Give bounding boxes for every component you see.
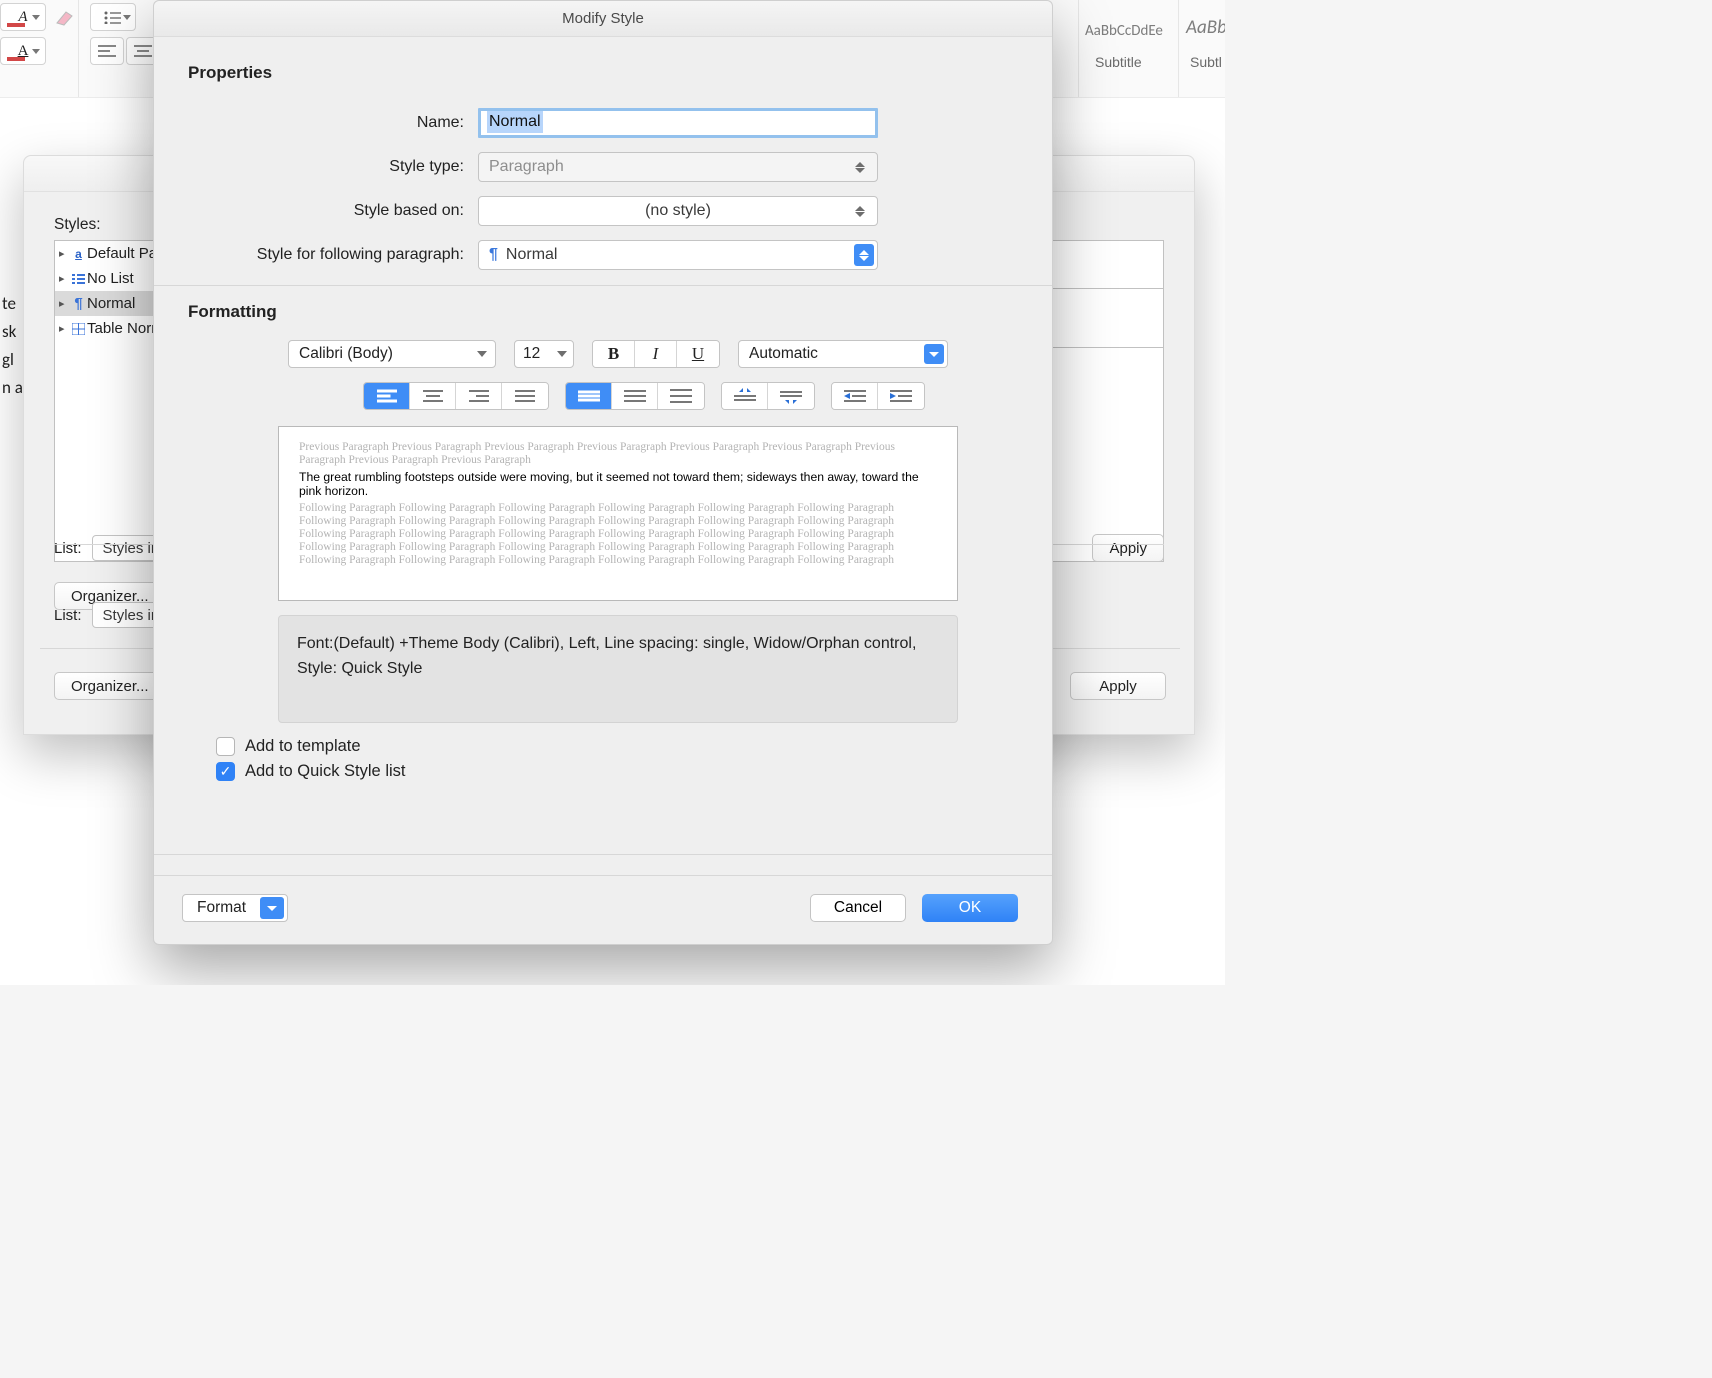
based-on-combo[interactable]: (no style) [478, 196, 878, 226]
align-left-button[interactable] [364, 383, 410, 409]
organizer-button[interactable]: Organizer... [54, 672, 166, 700]
underline-button[interactable]: U [677, 341, 719, 367]
spacing-1-5-button[interactable] [612, 383, 658, 409]
add-to-template-checkbox[interactable] [216, 737, 235, 756]
name-input[interactable]: Normal [478, 108, 878, 138]
document-text-fragment: teskgln a [2, 290, 23, 402]
style-description: Font:(Default) +Theme Body (Calibri), Le… [278, 615, 958, 723]
formatting-header: Formatting [188, 302, 1018, 322]
spacing-single-button[interactable] [566, 383, 612, 409]
apply-button[interactable]: Apply [1092, 534, 1164, 562]
based-on-label: Style based on: [188, 202, 478, 220]
list-filter-label: List: [54, 540, 82, 557]
font-name-combo[interactable]: Calibri (Body) [288, 340, 496, 368]
modify-style-dialog: Modify Style Properties Name: Normal Sty… [153, 0, 1053, 945]
cancel-button[interactable]: Cancel [810, 894, 906, 922]
alignment-group [363, 382, 549, 410]
preview-previous-text: Previous Paragraph Previous Paragraph Pr… [299, 441, 937, 467]
app-stage: A A AaBbCcDdEe Subtitle AaBb Subtl teskg… [0, 0, 1225, 985]
style-swatch-label-subtitle: Subtitle [1095, 54, 1142, 70]
apply-button[interactable]: Apply [1070, 672, 1166, 700]
style-preview-box: Previous Paragraph Previous Paragraph Pr… [278, 426, 958, 601]
add-to-quick-label: Add to Quick Style list [245, 762, 405, 781]
highlight-button[interactable]: A [0, 37, 46, 65]
style-swatch-subtle[interactable]: AaBb [1186, 16, 1225, 39]
style-swatch-label-subtle: Subtl [1190, 54, 1222, 70]
align-justify-button[interactable] [502, 383, 548, 409]
dialog-title: Modify Style [154, 1, 1052, 37]
add-to-template-row[interactable]: Add to template [216, 737, 1018, 756]
font-color-combo[interactable]: Automatic [738, 340, 948, 368]
italic-button[interactable]: I [635, 341, 677, 367]
ok-button[interactable]: OK [922, 894, 1018, 922]
preview-sample-text: The great rumbling footsteps outside wer… [299, 470, 937, 498]
pilcrow-icon: ¶ [489, 246, 498, 264]
indent-group [831, 382, 925, 410]
add-to-quick-row[interactable]: ✓ Add to Quick Style list [216, 762, 1018, 781]
style-swatch-subtitle[interactable]: AaBbCcDdEe [1085, 22, 1163, 40]
space-before-dec-button[interactable] [768, 383, 814, 409]
format-menu-button[interactable]: Format [182, 894, 288, 922]
decrease-indent-button[interactable] [832, 383, 878, 409]
name-label: Name: [188, 114, 478, 132]
ribbon-divider [1078, 0, 1079, 97]
space-before-inc-button[interactable] [722, 383, 768, 409]
style-type-combo: Paragraph [478, 152, 878, 182]
section-divider [154, 285, 1052, 286]
following-combo[interactable]: ¶ Normal [478, 240, 878, 270]
increase-indent-button[interactable] [878, 383, 924, 409]
spacing-double-button[interactable] [658, 383, 704, 409]
align-right-button[interactable] [456, 383, 502, 409]
clear-formatting-button[interactable] [48, 3, 82, 31]
preview-following-text: Following Paragraph Following Paragraph … [299, 502, 937, 568]
following-label: Style for following paragraph: [188, 246, 478, 264]
style-type-label: Style type: [188, 158, 478, 176]
list-filter-label: List: [54, 607, 82, 624]
font-size-combo[interactable]: 12 [514, 340, 574, 368]
ribbon-divider [1178, 0, 1179, 97]
para-spacing-group [721, 382, 815, 410]
font-color-button[interactable]: A [0, 3, 46, 31]
add-to-template-label: Add to template [245, 737, 361, 756]
align-left-button[interactable] [90, 37, 124, 65]
line-spacing-group [565, 382, 705, 410]
properties-header: Properties [188, 63, 1018, 83]
footer-divider [154, 854, 1052, 855]
add-to-quick-checkbox[interactable]: ✓ [216, 762, 235, 781]
bullets-button[interactable] [90, 3, 136, 31]
bold-button[interactable]: B [593, 341, 635, 367]
biu-segment: B I U [592, 340, 720, 368]
align-center-button[interactable] [410, 383, 456, 409]
